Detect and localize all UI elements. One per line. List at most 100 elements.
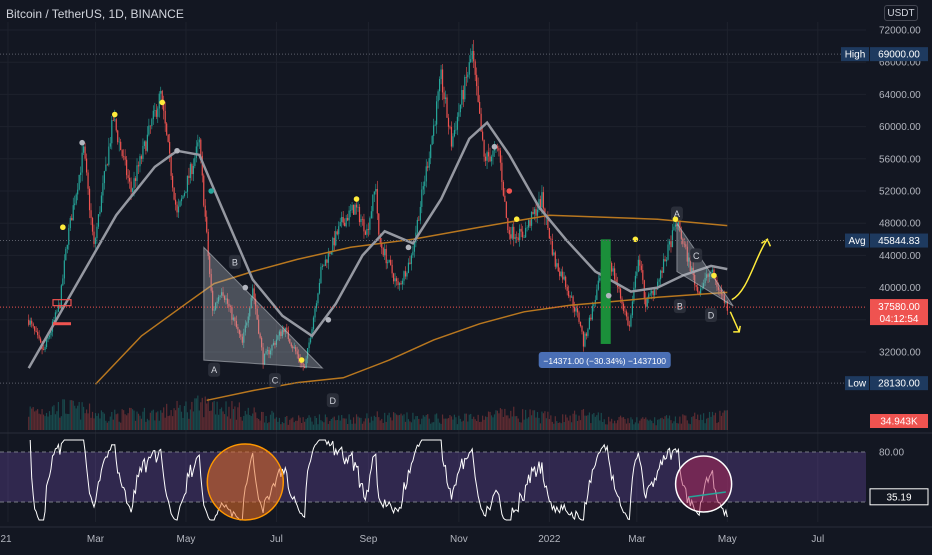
candle-body: [504, 195, 506, 202]
volume-bar: [502, 416, 504, 430]
candle-body: [42, 349, 45, 351]
volume-bar: [476, 420, 478, 430]
volume-bar: [338, 415, 340, 430]
volume-bar: [358, 417, 361, 430]
volume-bar: [563, 421, 565, 430]
candle-body: [627, 316, 629, 326]
volume-bar: [581, 409, 583, 430]
volume-bar: [182, 417, 184, 430]
candle-body: [158, 93, 160, 109]
candle-body: [96, 226, 98, 239]
candle-body: [587, 329, 589, 336]
candle-body: [185, 191, 187, 194]
candle-body: [695, 284, 697, 287]
projection-up-arrow: [731, 238, 768, 301]
volume-bar: [387, 415, 389, 430]
volume-bar: [480, 421, 482, 430]
volume-bar: [295, 420, 297, 430]
volume-bar: [382, 422, 384, 430]
volume-bar: [487, 411, 490, 430]
volume-bar: [603, 419, 605, 430]
volume-bar: [69, 400, 71, 430]
candle-body: [124, 156, 126, 160]
candle-body: [106, 164, 108, 166]
low-name-label: Low: [848, 379, 867, 390]
volume-bar: [213, 400, 215, 430]
volume-bar: [630, 417, 632, 430]
volume-bar: [39, 414, 42, 430]
candle-body: [47, 337, 49, 340]
volume-bar: [102, 412, 104, 430]
avg-value-label: 45844.83: [878, 236, 920, 247]
signal-dot-6: [242, 284, 249, 291]
candle-body: [108, 146, 110, 165]
volume-bar: [173, 408, 175, 430]
volume-bar: [234, 406, 236, 430]
volume-bar: [240, 416, 242, 430]
volume-bar: [572, 413, 574, 430]
volume-bar: [301, 423, 303, 430]
volume-bar: [725, 410, 727, 430]
volume-bar: [34, 411, 36, 430]
volume-bar: [378, 417, 380, 430]
candle-body: [404, 271, 407, 277]
currency-button[interactable]: USDT: [884, 5, 918, 21]
candle-body: [395, 278, 398, 282]
candle-body: [157, 108, 159, 117]
volume-bar: [306, 417, 309, 430]
candle-body: [160, 90, 162, 94]
volume-bar: [452, 419, 454, 430]
volume-bar: [516, 416, 518, 430]
volume-bar: [81, 402, 83, 430]
volume-bar: [507, 415, 509, 430]
candle-body: [195, 146, 197, 158]
volume-bar: [120, 422, 122, 430]
volume-bar: [651, 420, 653, 430]
volume-bar: [290, 418, 292, 430]
volume-bar: [201, 397, 203, 430]
volume-bar: [91, 411, 94, 430]
volume-bar: [96, 415, 98, 430]
candle-body: [358, 206, 361, 223]
volume-bar: [134, 420, 137, 430]
volume-bar: [401, 415, 404, 430]
volume-bar: [284, 416, 286, 430]
signal-dot-8: [325, 317, 332, 323]
volume-bar: [109, 416, 111, 430]
volume-bar: [461, 421, 463, 430]
candle-body: [166, 123, 168, 135]
candle-body: [513, 226, 515, 239]
volume-bar: [611, 418, 613, 430]
volume-bar: [188, 418, 190, 430]
volume-bar: [539, 423, 542, 430]
candle-body: [179, 201, 181, 207]
volume-bar: [665, 415, 668, 430]
signal-dot-9: [353, 196, 360, 202]
volume-bar: [136, 411, 138, 430]
volume-bar: [437, 418, 439, 430]
candle-body: [348, 210, 350, 221]
candle-body: [253, 288, 255, 299]
candle-body: [489, 156, 491, 162]
candle-body: [146, 134, 148, 151]
volume-bar: [367, 418, 369, 430]
y-tick-label-3: 44000.00: [879, 251, 921, 262]
volume-bar: [189, 409, 192, 430]
candle-body: [464, 76, 466, 100]
candle-body: [384, 248, 386, 256]
volume-bar: [434, 414, 436, 430]
candle-body: [458, 112, 460, 117]
volume-bar: [41, 409, 43, 430]
volume-bar: [657, 419, 659, 430]
volume-bar: [31, 408, 33, 430]
signal-dot-4: [174, 147, 180, 154]
projection-down-arrow: [729, 311, 740, 333]
candle-body: [347, 217, 349, 221]
volume-bar: [685, 415, 687, 430]
volume-bar: [287, 424, 289, 430]
candle-body: [336, 231, 338, 235]
volume-bar: [529, 409, 531, 430]
candle-body: [143, 141, 146, 146]
candle-body: [327, 252, 329, 263]
volume-bar: [525, 409, 527, 430]
